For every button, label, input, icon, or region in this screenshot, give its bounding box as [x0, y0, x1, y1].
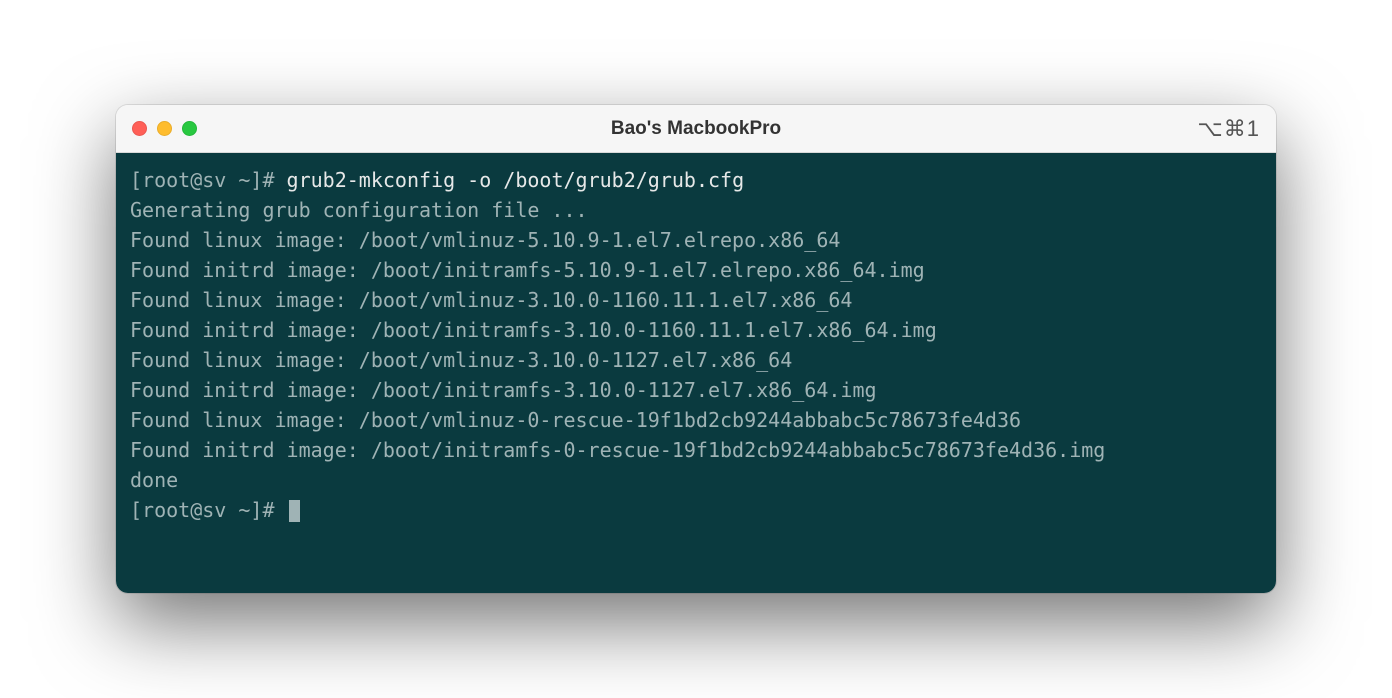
terminal-body[interactable]: [root@sv ~]# grub2-mkconfig -o /boot/gru… [116, 153, 1276, 593]
output-line: Found linux image: /boot/vmlinuz-3.10.0-… [130, 285, 1262, 315]
output-line: Found linux image: /boot/vmlinuz-3.10.0-… [130, 345, 1262, 375]
output-line: Found linux image: /boot/vmlinuz-0-rescu… [130, 405, 1262, 435]
prompt-line: [root@sv ~]# [130, 495, 1262, 525]
window-title: Bao's MacbookPro [116, 118, 1276, 140]
window-shortcut-label: ⌥⌘1 [1197, 116, 1260, 142]
output-line: Found initrd image: /boot/initramfs-3.10… [130, 315, 1262, 345]
output-line: Found initrd image: /boot/initramfs-3.10… [130, 375, 1262, 405]
close-icon[interactable] [132, 121, 147, 136]
output-line: Found linux image: /boot/vmlinuz-5.10.9-… [130, 225, 1262, 255]
terminal-window: Bao's MacbookPro ⌥⌘1 [root@sv ~]# grub2-… [116, 105, 1276, 593]
command-text: grub2-mkconfig -o /boot/grub2/grub.cfg [287, 168, 745, 192]
titlebar: Bao's MacbookPro ⌥⌘1 [116, 105, 1276, 153]
prompt: [root@sv ~]# [130, 168, 287, 192]
output-line: done [130, 465, 1262, 495]
traffic-lights [132, 121, 197, 136]
output-line: Found initrd image: /boot/initramfs-5.10… [130, 255, 1262, 285]
output-line: Found initrd image: /boot/initramfs-0-re… [130, 435, 1262, 465]
prompt: [root@sv ~]# [130, 498, 287, 522]
command-line: [root@sv ~]# grub2-mkconfig -o /boot/gru… [130, 165, 1262, 195]
cursor-icon [289, 500, 300, 522]
zoom-icon[interactable] [182, 121, 197, 136]
output-line: Generating grub configuration file ... [130, 195, 1262, 225]
minimize-icon[interactable] [157, 121, 172, 136]
